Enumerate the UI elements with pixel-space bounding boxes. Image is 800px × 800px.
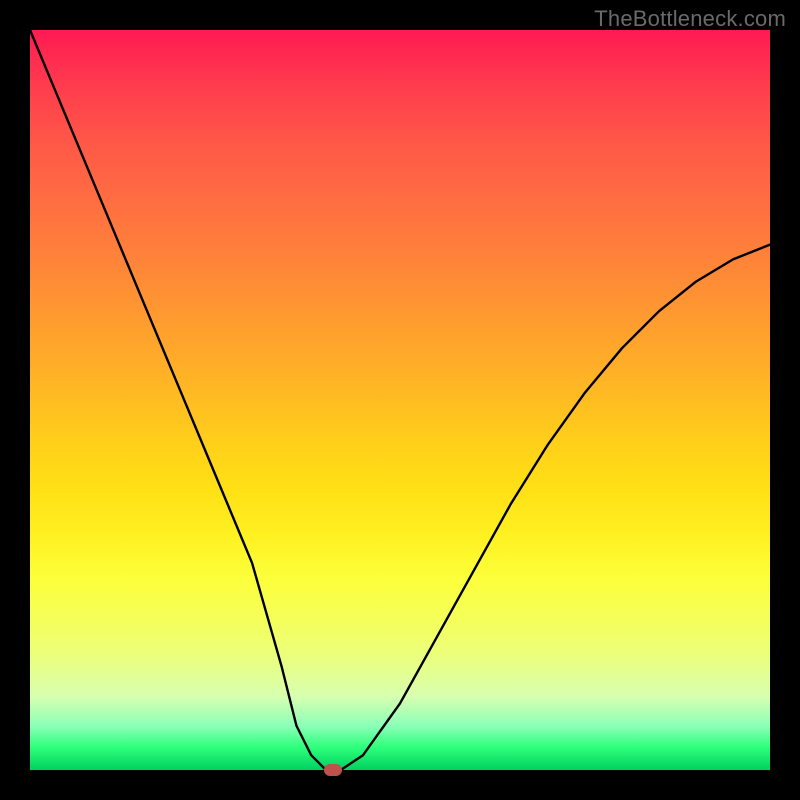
- optimum-marker: [324, 764, 342, 776]
- bottleneck-curve: [30, 30, 770, 770]
- chart-frame: TheBottleneck.com: [0, 0, 800, 800]
- watermark-text: TheBottleneck.com: [594, 6, 786, 32]
- plot-area: [30, 30, 770, 770]
